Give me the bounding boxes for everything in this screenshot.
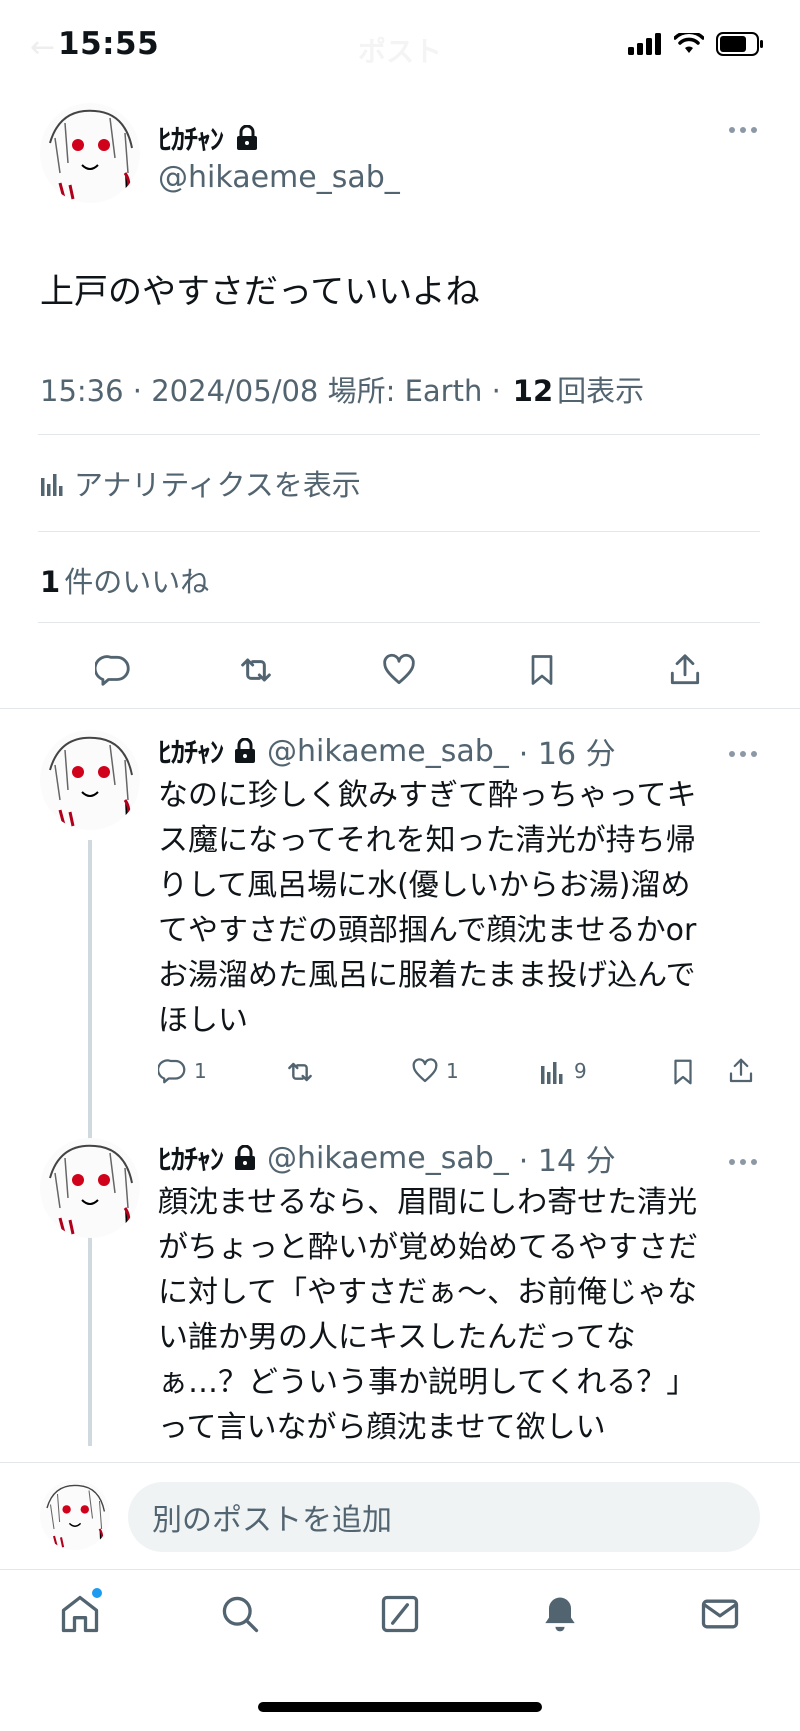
reply-text-line: ほしい [158, 1003, 248, 1038]
reply-count: 1 [194, 1059, 207, 1083]
bookmark-icon [531, 655, 553, 685]
reply-author-name[interactable]: ﾋｶﾁｬﾝ [158, 731, 224, 771]
likes-summary[interactable]: 1 件のいいね [40, 559, 209, 601]
post-meta: 15:36 · 2024/05/08 場所: Earth · 12 回表示 [40, 368, 644, 410]
composer-avatar [40, 1480, 110, 1550]
repost-icon [288, 1062, 312, 1082]
heart-icon [383, 653, 415, 685]
more-options-icon[interactable] [728, 744, 758, 763]
reply-button[interactable] [92, 648, 136, 692]
home-indicator [258, 1702, 542, 1712]
reply-action-bookmark[interactable] [668, 1056, 698, 1092]
reply-author-name[interactable]: ﾋｶﾁｬﾝ [158, 1138, 224, 1178]
reply-text: なのに珍しく飲みすぎて酔っちゃってキ ス魔になってそれを知った清光が持ち帰 りし… [158, 773, 758, 1043]
likes-label: 件のいいね [64, 565, 210, 599]
divider [38, 622, 760, 623]
nav-messages[interactable] [698, 1592, 742, 1640]
reply-handle[interactable]: @hikaeme_sab_ [267, 734, 509, 769]
reply-text: 顔沈ませるなら、眉間にしわ寄せた清光 がちょっと酔いが覚め始めてるやすさだ に対… [158, 1180, 758, 1450]
status-time: 15:55 [58, 26, 160, 62]
like-count: 1 [446, 1059, 459, 1083]
post-text: 上戸のやすさだっていいよね [40, 272, 480, 312]
divider [38, 434, 760, 435]
grok-icon [381, 1595, 419, 1633]
avatar-illustration [49, 1144, 133, 1235]
lock-icon [235, 738, 256, 763]
views-label: 回表示 [557, 374, 645, 408]
author-handle[interactable]: @hikaeme_sab_ [158, 160, 400, 195]
reply-text-line: ぁ…？どういう事か説明してくれる？」 [158, 1365, 697, 1400]
avatar-illustration [49, 109, 133, 200]
avatar[interactable] [40, 730, 140, 830]
author-name[interactable]: ﾋｶﾁｬﾝ [158, 118, 224, 158]
like-button[interactable] [377, 648, 421, 692]
nav-notifications[interactable] [538, 1592, 582, 1640]
reply-icon [158, 1059, 186, 1084]
reply-text-line: なのに珍しく飲みすぎて酔っちゃってキ [158, 778, 697, 813]
lock-icon [235, 1145, 256, 1170]
avatar-illustration [46, 1484, 106, 1548]
reply-text-line: てやすさだの頭部掴んで顔沈ませるかor [158, 913, 697, 948]
bookmark-button[interactable] [520, 648, 564, 692]
avatar[interactable] [40, 103, 140, 203]
more-options-icon[interactable] [728, 1152, 758, 1171]
share-icon [670, 654, 700, 685]
status-icons [628, 32, 764, 56]
reply-text-line: に対して「やすさだぁ〜、お前俺じゃな [158, 1275, 698, 1310]
wifi-icon [674, 33, 704, 53]
reply-action-repost[interactable] [284, 1056, 316, 1092]
nav-home[interactable] [58, 1588, 102, 1640]
reply-text-line: りして風呂場に水(優しいからお湯)溜め [158, 868, 691, 903]
search-icon [222, 1596, 259, 1633]
reply-text-line: お湯溜めた風呂に服着たまま投げ込んで [158, 958, 696, 993]
repost-icon [241, 658, 271, 682]
reply-age: · 14 分 [518, 1144, 616, 1179]
bookmark-icon [674, 1059, 692, 1085]
analytics-link[interactable]: アナリティクスを表示 [40, 462, 361, 504]
reply-text-line: い誰か男の人にキスしたんだってな [158, 1320, 636, 1355]
lock-icon [237, 125, 258, 150]
divider [0, 708, 800, 709]
analytics-label: アナリティクスを表示 [74, 468, 361, 502]
reply-action-share[interactable] [726, 1056, 756, 1090]
reply-text-line: 顔沈ませるなら、眉間にしわ寄せた清光 [158, 1185, 698, 1220]
add-post-placeholder: 別のポストを追加 [152, 1503, 392, 1538]
unread-dot [92, 1588, 102, 1598]
reply-action-reply[interactable]: 1 [158, 1056, 207, 1086]
share-icon [729, 1058, 753, 1083]
messages-icon [701, 1599, 739, 1629]
reply-action-like[interactable]: 1 [410, 1056, 459, 1086]
analytics-icon [41, 474, 63, 496]
reply-icon [95, 655, 130, 686]
reply-text-line: ス魔になってそれを知った清光が持ち帰 [158, 823, 696, 858]
reply-header: ﾋｶﾁｬﾝ @hikaeme_sab_ · 16 分 [158, 729, 616, 773]
reply-text-line: がちょっと酔いが覚め始めてるやすさだ [158, 1230, 698, 1265]
post-timestamp: 15:36 · 2024/05/08 場所: Earth · [40, 374, 501, 408]
reply-age: · 16 分 [518, 737, 616, 772]
battery-icon [716, 32, 763, 56]
repost-button[interactable] [234, 648, 278, 692]
reply-text-line: って言いながら顔沈ませて欲しい [158, 1410, 606, 1445]
notifications-icon [545, 1597, 575, 1632]
reply-action-views[interactable]: 9 [540, 1058, 587, 1084]
share-button[interactable] [663, 648, 707, 692]
view-count: 9 [574, 1059, 587, 1083]
views-count: 12 [512, 374, 554, 408]
heart-icon [412, 1058, 438, 1083]
more-options-icon[interactable] [728, 120, 758, 139]
nav-search[interactable] [218, 1592, 262, 1640]
nav-grok[interactable] [378, 1592, 422, 1640]
avatar[interactable] [40, 1138, 140, 1238]
home-icon [61, 1595, 99, 1633]
analytics-icon [541, 1062, 563, 1084]
divider [38, 531, 760, 532]
likes-count: 1 [40, 565, 61, 599]
avatar-illustration [49, 736, 133, 827]
add-post-input[interactable]: 別のポストを追加 [128, 1482, 760, 1552]
reply-header: ﾋｶﾁｬﾝ @hikaeme_sab_ · 14 分 [158, 1136, 616, 1180]
signal-icon [628, 33, 661, 55]
reply-handle[interactable]: @hikaeme_sab_ [267, 1141, 509, 1176]
